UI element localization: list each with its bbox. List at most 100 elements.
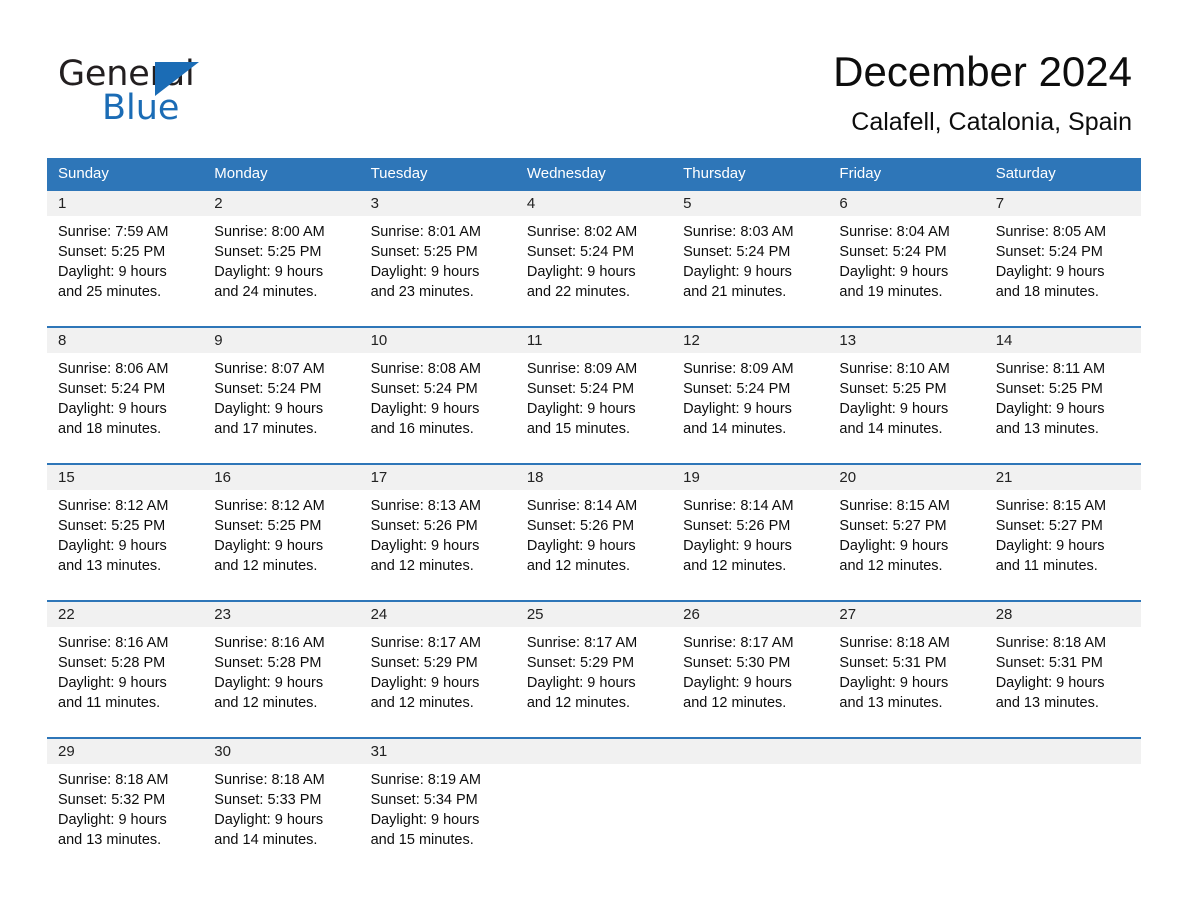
daylight-text-line2: and 14 minutes.: [683, 421, 787, 437]
daylight-text-line2: and 13 minutes.: [58, 832, 162, 848]
day-cell[interactable]: 17 Sunrise: 8:13 AM Sunset: 5:26 PM Dayl…: [359, 465, 516, 586]
day-cell[interactable]: 7 Sunrise: 8:05 AM Sunset: 5:24 PM Dayli…: [984, 191, 1141, 312]
day-cell[interactable]: 31 Sunrise: 8:19 AM Sunset: 5:34 PM Dayl…: [359, 739, 516, 860]
day-cell[interactable]: 19 Sunrise: 8:14 AM Sunset: 5:26 PM Dayl…: [672, 465, 829, 586]
sunset-text: Sunset: 5:24 PM: [683, 244, 791, 260]
day-cell[interactable]: 8 Sunrise: 8:06 AM Sunset: 5:24 PM Dayli…: [47, 328, 204, 449]
day-cell-empty: [672, 739, 829, 860]
week-spacer: [47, 449, 1141, 463]
sunset-text: Sunset: 5:31 PM: [995, 655, 1103, 671]
daylight-text-line1: Daylight: 9 hours: [683, 264, 792, 280]
daylight-text-line2: and 13 minutes.: [58, 558, 162, 574]
daylight-text-line2: and 25 minutes.: [58, 284, 162, 300]
day-cell[interactable]: 15 Sunrise: 8:12 AM Sunset: 5:25 PM Dayl…: [47, 465, 204, 586]
sunrise-text: Sunrise: 7:59 AM: [58, 224, 169, 240]
daylight-text-line1: Daylight: 9 hours: [995, 401, 1105, 417]
day-details: Sunrise: 8:14 AM Sunset: 5:26 PM Dayligh…: [516, 490, 672, 586]
day-cell[interactable]: 28 Sunrise: 8:18 AM Sunset: 5:31 PM Dayl…: [984, 602, 1141, 723]
day-cell[interactable]: 2 Sunrise: 8:00 AM Sunset: 5:25 PM Dayli…: [203, 191, 360, 312]
sunset-text: Sunset: 5:25 PM: [839, 381, 947, 397]
day-cell[interactable]: 27 Sunrise: 8:18 AM Sunset: 5:31 PM Dayl…: [828, 602, 985, 723]
daylight-text-line1: Daylight: 9 hours: [839, 538, 949, 554]
day-details: Sunrise: 8:17 AM Sunset: 5:30 PM Dayligh…: [672, 627, 828, 723]
calendar-page: General Blue December 2024 Calafell, Cat…: [0, 0, 1188, 918]
day-details: Sunrise: 8:03 AM Sunset: 5:24 PM Dayligh…: [672, 216, 828, 312]
generalblue-logo[interactable]: General Blue: [58, 54, 318, 140]
day-cell[interactable]: 20 Sunrise: 8:15 AM Sunset: 5:27 PM Dayl…: [828, 465, 985, 586]
calendar-week-row: 22 Sunrise: 8:16 AM Sunset: 5:28 PM Dayl…: [47, 600, 1141, 723]
day-cell[interactable]: 23 Sunrise: 8:16 AM Sunset: 5:28 PM Dayl…: [203, 602, 360, 723]
daylight-text-line1: Daylight: 9 hours: [58, 538, 167, 554]
day-cell[interactable]: 13 Sunrise: 8:10 AM Sunset: 5:25 PM Dayl…: [828, 328, 985, 449]
day-cell[interactable]: 16 Sunrise: 8:12 AM Sunset: 5:25 PM Dayl…: [203, 465, 360, 586]
sunset-text: Sunset: 5:24 PM: [683, 381, 791, 397]
daylight-text-line2: and 12 minutes.: [370, 558, 474, 574]
day-cell[interactable]: 10 Sunrise: 8:08 AM Sunset: 5:24 PM Dayl…: [359, 328, 516, 449]
daylight-text-line1: Daylight: 9 hours: [839, 675, 949, 691]
day-cell[interactable]: 1 Sunrise: 7:59 AM Sunset: 5:25 PM Dayli…: [47, 191, 204, 312]
day-details: [985, 764, 1141, 860]
day-cell[interactable]: 4 Sunrise: 8:02 AM Sunset: 5:24 PM Dayli…: [515, 191, 673, 312]
daylight-text-line1: Daylight: 9 hours: [58, 812, 167, 828]
weekday-header-friday: Friday: [839, 165, 882, 182]
sunrise-text: Sunrise: 8:00 AM: [214, 224, 325, 240]
daylight-text-line2: and 15 minutes.: [526, 421, 631, 437]
calendar-week-row: 8 Sunrise: 8:06 AM Sunset: 5:24 PM Dayli…: [47, 326, 1141, 449]
sunrise-text: Sunrise: 8:09 AM: [526, 361, 638, 377]
day-cell[interactable]: 9 Sunrise: 8:07 AM Sunset: 5:24 PM Dayli…: [203, 328, 360, 449]
daylight-text-line2: and 12 minutes.: [214, 558, 318, 574]
sunrise-text: Sunrise: 8:12 AM: [214, 498, 325, 514]
day-cell[interactable]: 30 Sunrise: 8:18 AM Sunset: 5:33 PM Dayl…: [203, 739, 360, 860]
daylight-text-line2: and 18 minutes.: [995, 284, 1099, 300]
day-cell[interactable]: 24 Sunrise: 8:17 AM Sunset: 5:29 PM Dayl…: [359, 602, 516, 723]
page-header: General Blue December 2024 Calafell, Cat…: [0, 0, 1188, 150]
day-cell[interactable]: 14 Sunrise: 8:11 AM Sunset: 5:25 PM Dayl…: [984, 328, 1141, 449]
day-cell[interactable]: 5 Sunrise: 8:03 AM Sunset: 5:24 PM Dayli…: [672, 191, 829, 312]
sunset-text: Sunset: 5:25 PM: [58, 518, 166, 534]
day-cell-empty: [828, 739, 985, 860]
daylight-text-line2: and 12 minutes.: [214, 695, 318, 711]
day-details: [672, 764, 828, 860]
weekday-header-thursday: Thursday: [683, 165, 746, 182]
daylight-text-line1: Daylight: 9 hours: [526, 538, 636, 554]
day-cell[interactable]: 18 Sunrise: 8:14 AM Sunset: 5:26 PM Dayl…: [515, 465, 673, 586]
sunset-text: Sunset: 5:31 PM: [839, 655, 947, 671]
day-cell[interactable]: 22 Sunrise: 8:16 AM Sunset: 5:28 PM Dayl…: [47, 602, 204, 723]
day-cell-empty: [515, 739, 673, 860]
sunset-text: Sunset: 5:24 PM: [839, 244, 947, 260]
page-title: December 2024: [833, 48, 1132, 95]
calendar-week-row: 15 Sunrise: 8:12 AM Sunset: 5:25 PM Dayl…: [47, 463, 1141, 586]
day-cell[interactable]: 21 Sunrise: 8:15 AM Sunset: 5:27 PM Dayl…: [984, 465, 1141, 586]
sunset-text: Sunset: 5:34 PM: [370, 792, 478, 808]
day-cell[interactable]: 3 Sunrise: 8:01 AM Sunset: 5:25 PM Dayli…: [359, 191, 516, 312]
daylight-text-line2: and 22 minutes.: [526, 284, 631, 300]
daylight-text-line1: Daylight: 9 hours: [370, 538, 480, 554]
day-details: Sunrise: 8:16 AM Sunset: 5:28 PM Dayligh…: [203, 627, 359, 723]
daylight-text-line2: and 14 minutes.: [839, 421, 943, 437]
daylight-text-line1: Daylight: 9 hours: [526, 264, 636, 280]
sunset-text: Sunset: 5:32 PM: [58, 792, 166, 808]
daylight-text-line1: Daylight: 9 hours: [214, 401, 324, 417]
sunrise-text: Sunrise: 8:03 AM: [683, 224, 794, 240]
day-details: Sunrise: 8:16 AM Sunset: 5:28 PM Dayligh…: [47, 627, 203, 723]
day-number: 18: [515, 465, 673, 490]
day-cell[interactable]: 6 Sunrise: 8:04 AM Sunset: 5:24 PM Dayli…: [828, 191, 985, 312]
sunrise-text: Sunrise: 8:04 AM: [839, 224, 950, 240]
day-details: Sunrise: 8:15 AM Sunset: 5:27 PM Dayligh…: [985, 490, 1141, 586]
calendar-week-row: 29 Sunrise: 8:18 AM Sunset: 5:32 PM Dayl…: [47, 737, 1141, 860]
day-cell[interactable]: 29 Sunrise: 8:18 AM Sunset: 5:32 PM Dayl…: [47, 739, 204, 860]
day-cell[interactable]: 25 Sunrise: 8:17 AM Sunset: 5:29 PM Dayl…: [515, 602, 673, 723]
day-details: Sunrise: 7:59 AM Sunset: 5:25 PM Dayligh…: [47, 216, 203, 312]
day-cell[interactable]: 11 Sunrise: 8:09 AM Sunset: 5:24 PM Dayl…: [515, 328, 673, 449]
day-details: Sunrise: 8:19 AM Sunset: 5:34 PM Dayligh…: [360, 764, 516, 860]
sunrise-text: Sunrise: 8:18 AM: [214, 772, 325, 788]
day-number: 20: [828, 465, 985, 490]
sunrise-text: Sunrise: 8:18 AM: [58, 772, 169, 788]
daylight-text-line2: and 24 minutes.: [214, 284, 318, 300]
day-details: Sunrise: 8:04 AM Sunset: 5:24 PM Dayligh…: [828, 216, 984, 312]
sunset-text: Sunset: 5:26 PM: [370, 518, 478, 534]
day-details: Sunrise: 8:17 AM Sunset: 5:29 PM Dayligh…: [360, 627, 516, 723]
day-cell[interactable]: 12 Sunrise: 8:09 AM Sunset: 5:24 PM Dayl…: [672, 328, 829, 449]
day-cell[interactable]: 26 Sunrise: 8:17 AM Sunset: 5:30 PM Dayl…: [672, 602, 829, 723]
day-number: 17: [359, 465, 516, 490]
